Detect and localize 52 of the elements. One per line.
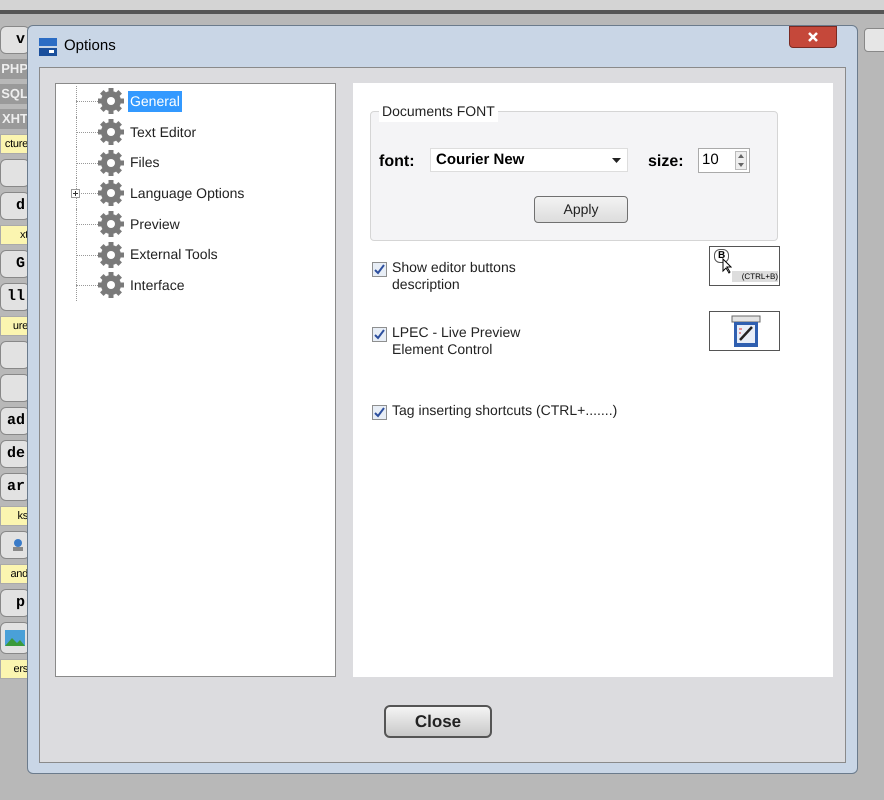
toolbar-button[interactable] <box>0 622 30 654</box>
close-dialog-button[interactable]: Close <box>384 705 492 738</box>
gear-icon <box>97 271 125 300</box>
toolbar-button[interactable]: ar <box>0 473 30 501</box>
toolbar-button[interactable]: p <box>0 589 30 617</box>
size-label: size: <box>648 152 684 172</box>
section-label: cture <box>0 134 30 154</box>
tree-item[interactable]: Text Editor <box>128 122 198 143</box>
toolbar-button[interactable]: d <box>0 192 30 220</box>
font-label: font: <box>379 152 415 172</box>
checkbox[interactable] <box>372 405 387 420</box>
checkbox-label: Show editor buttons description <box>392 259 517 293</box>
person-icon <box>11 538 25 552</box>
toolbar-button[interactable] <box>0 159 30 187</box>
gear-icon <box>97 118 125 146</box>
dropdown-arrow-icon <box>612 158 621 162</box>
image-icon <box>5 630 25 646</box>
checkbox-label: Tag inserting shortcuts (CTRL+.......) <box>392 402 618 419</box>
close-icon <box>807 32 819 42</box>
checkbox[interactable] <box>372 327 387 342</box>
tree-item[interactable]: Language Options <box>128 182 246 204</box>
font-dropdown[interactable]: Courier New <box>430 148 628 172</box>
size-spinner[interactable]: 10 <box>698 148 750 173</box>
section-label: ure <box>0 316 30 336</box>
gear-icon <box>97 179 125 208</box>
window-title: Options <box>64 36 116 56</box>
toolbar-button[interactable]: ll <box>0 283 30 311</box>
expand-icon[interactable] <box>71 188 80 198</box>
tree-item[interactable]: External Tools <box>128 244 220 266</box>
tree-item[interactable]: Interface <box>128 274 186 296</box>
tree-item[interactable]: Files <box>128 152 162 174</box>
gear-icon <box>97 87 125 116</box>
spin-arrows-icon[interactable] <box>735 151 747 170</box>
checkbox[interactable] <box>372 262 387 277</box>
toolbar-button[interactable]: ad <box>0 407 30 435</box>
apply-button[interactable]: Apply <box>534 196 628 223</box>
toolbar-button[interactable] <box>0 341 30 369</box>
toolbar-button[interactable]: de <box>0 440 30 468</box>
gear-icon <box>97 148 125 177</box>
shortcut-label: (CTRL+B) <box>732 271 778 282</box>
gear-icon <box>97 240 125 269</box>
gear-icon <box>97 210 125 238</box>
cursor-icon <box>722 258 732 274</box>
toolbar-button[interactable]: v <box>0 26 30 54</box>
close-button[interactable] <box>789 26 837 48</box>
edit-window-icon <box>730 315 762 348</box>
app-icon <box>38 36 58 56</box>
checkbox-label: LPEC - Live Preview Element Control <box>392 324 522 358</box>
toolbar-button[interactable] <box>0 531 30 559</box>
toolbar-button[interactable]: G <box>0 250 30 278</box>
tree-item[interactable]: Preview <box>128 214 182 235</box>
toolbar-button[interactable] <box>0 374 30 402</box>
